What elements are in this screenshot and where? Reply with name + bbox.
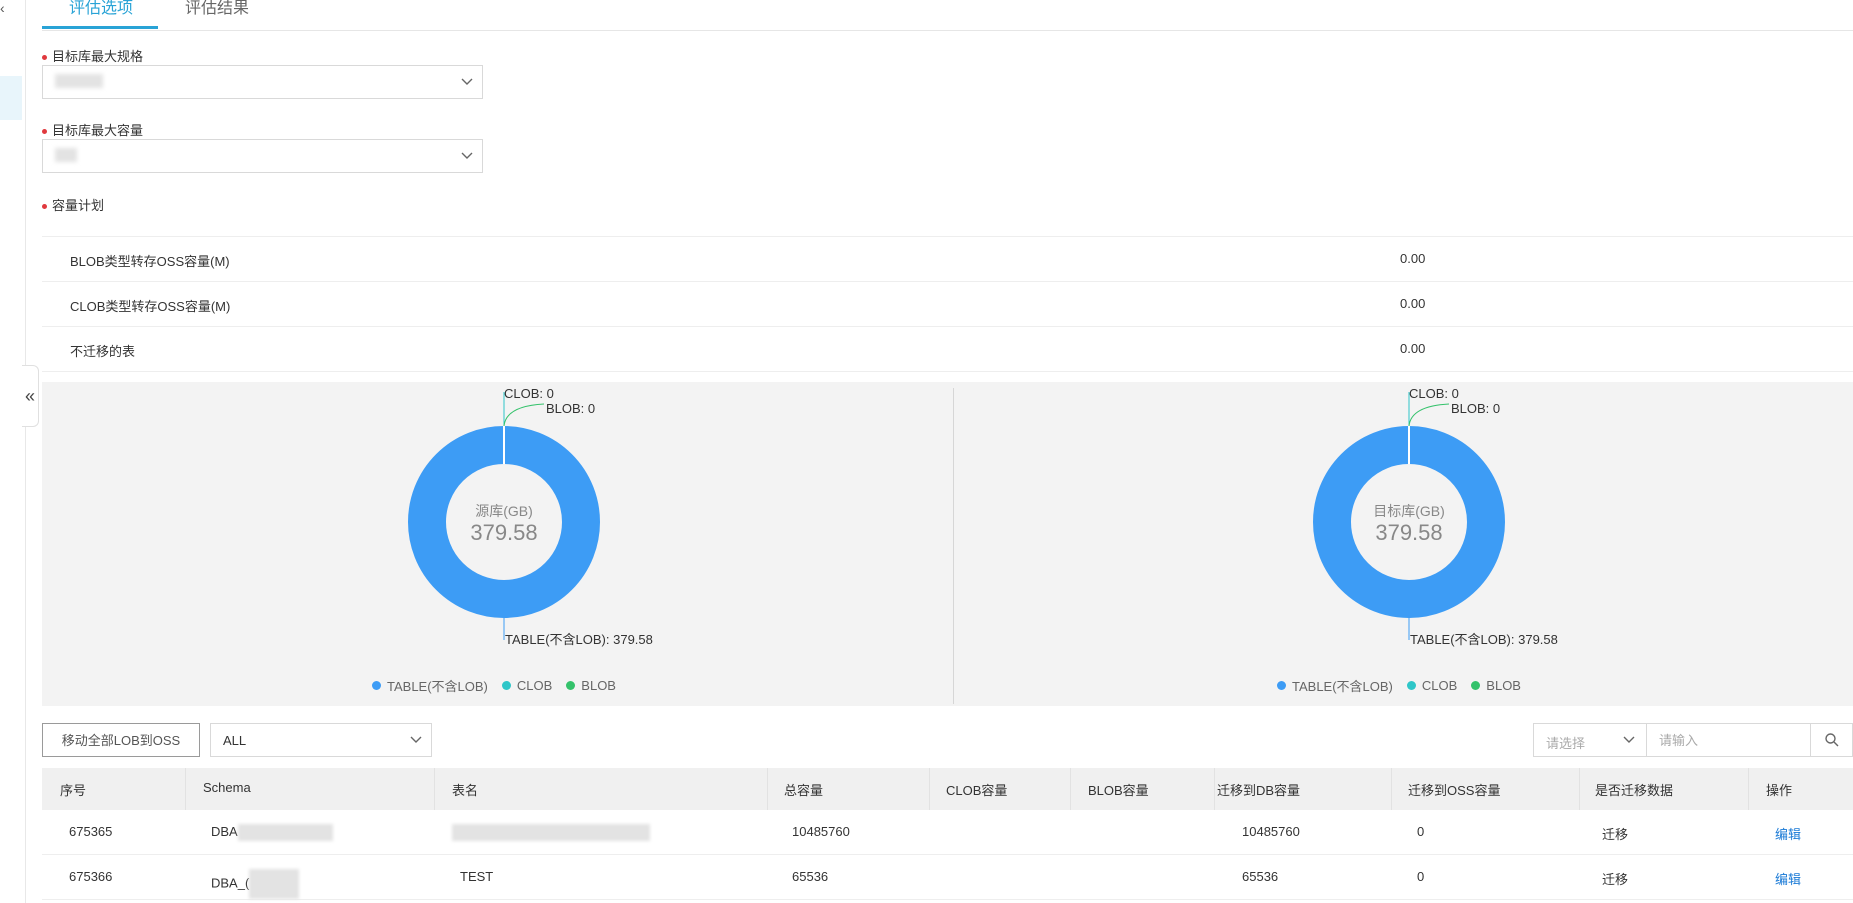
- legend-item-clob[interactable]: CLOB: [1406, 676, 1457, 695]
- max-spec-label: 目标库最大规格: [42, 46, 143, 65]
- max-capacity-select[interactable]: [42, 139, 483, 173]
- max-capacity-label: 目标库最大容量: [42, 120, 143, 139]
- left-sidebar-strip: ‹: [0, 0, 26, 903]
- target-chart-panel: TABLE(不含LOB): 379.58 CLOB: 0 BLOB: 0 目标库(GB…: [947, 382, 1852, 706]
- column-divider: [767, 768, 768, 810]
- edit-link[interactable]: 编辑: [1775, 824, 1801, 843]
- search-icon: [1824, 733, 1838, 747]
- legend-dot-icon: [1406, 681, 1416, 690]
- schema-cell: DBA_(: [211, 869, 300, 899]
- slice-label: BLOB: 0: [1451, 401, 1500, 416]
- chevron-down-icon: [461, 78, 473, 85]
- blurred-value: [55, 74, 103, 88]
- capacity-plan-label: 容量计划: [42, 195, 104, 214]
- col-header[interactable]: 是否迁移数据: [1595, 780, 1673, 799]
- leader-line: [503, 403, 545, 427]
- col-header[interactable]: 总容量: [784, 780, 823, 799]
- required-dot-icon: [42, 129, 47, 135]
- legend-dot-icon: [501, 681, 511, 690]
- col-header[interactable]: 操作: [1766, 780, 1792, 799]
- max-spec-select[interactable]: [42, 65, 483, 99]
- table-name-cell: [452, 824, 650, 842]
- column-divider: [185, 768, 186, 810]
- tab-bar: 评估选项 评估结果: [42, 0, 1853, 31]
- charts-area: TABLE(不含LOB): 379.58 CLOB: 0 BLOB: 0 源库(GB)…: [42, 382, 1853, 706]
- search-field-select[interactable]: 请选择: [1533, 723, 1647, 757]
- center-title: 源库(GB): [475, 503, 533, 519]
- tab-options[interactable]: 评估选项: [69, 0, 133, 18]
- required-dot-icon: [42, 55, 47, 61]
- search-input[interactable]: [1646, 723, 1811, 757]
- col-header[interactable]: 序号: [60, 780, 86, 799]
- column-divider: [1070, 768, 1071, 810]
- schema-cell: DBA: [211, 824, 333, 842]
- redacted-value: [249, 869, 300, 899]
- move-all-lob-button[interactable]: 移动全部LOB到OSS: [42, 723, 200, 757]
- table-toolbar: 移动全部LOB到OSS ALL 请选择: [42, 723, 1853, 759]
- table-header: 序号 Schema 表名 总容量 CLOB容量 BLOB容量 迁移到DB容量 迁…: [42, 768, 1853, 810]
- lob-table: 序号 Schema 表名 总容量 CLOB容量 BLOB容量 迁移到DB容量 迁…: [42, 768, 1853, 900]
- table-row: 675365 DBA 10485760 10485760 0 迁移 编辑: [42, 810, 1853, 855]
- slice-label: TABLE(不含LOB): 379.58: [505, 632, 653, 647]
- leader-line: [1408, 403, 1450, 427]
- search-button[interactable]: [1810, 723, 1853, 757]
- blurred-value: [55, 148, 77, 162]
- center-value: 379.58: [470, 520, 537, 545]
- chevron-down-icon: [1623, 736, 1635, 743]
- slice-label: BLOB: 0: [546, 401, 595, 416]
- active-tab-indicator: [42, 26, 158, 29]
- sidebar-selected-marker: [0, 76, 22, 120]
- legend-item-clob[interactable]: CLOB: [501, 676, 552, 695]
- column-divider: [1579, 768, 1580, 810]
- filter-select[interactable]: ALL: [210, 723, 432, 757]
- legend-item-blob[interactable]: BLOB: [1471, 676, 1521, 695]
- legend-item-blob[interactable]: BLOB: [566, 676, 616, 695]
- col-header[interactable]: CLOB容量: [946, 780, 1007, 799]
- legend-dot-icon: [566, 681, 576, 690]
- col-header[interactable]: 迁移到OSS容量: [1408, 780, 1500, 799]
- redacted-value: [237, 824, 333, 842]
- capacity-row: BLOB类型转存OSS容量(M) 0.00: [42, 236, 1853, 281]
- capacity-plan-table: BLOB类型转存OSS容量(M) 0.00 CLOB类型转存OSS容量(M) 0…: [42, 236, 1853, 372]
- slice-label: CLOB: 0: [1409, 386, 1459, 401]
- column-divider: [1214, 768, 1215, 810]
- column-divider: [1748, 768, 1749, 810]
- slice-label: TABLE(不含LOB): 379.58: [1410, 632, 1558, 647]
- capacity-row: CLOB类型转存OSS容量(M) 0.00: [42, 281, 1853, 326]
- edit-link[interactable]: 编辑: [1775, 869, 1801, 888]
- collapse-sidebar-button[interactable]: «: [22, 365, 39, 427]
- source-donut-chart: TABLE(不含LOB): 379.58 CLOB: 0BLOB: 0 源库(GB)…: [408, 386, 653, 647]
- back-arrow-icon[interactable]: ‹: [0, 0, 5, 16]
- redacted-value: [452, 824, 650, 842]
- col-header[interactable]: Schema: [203, 780, 251, 795]
- search-group: 请选择: [1533, 723, 1853, 757]
- chart-legend: TABLE(不含LOB) CLOB BLOB: [1277, 676, 1521, 695]
- column-divider: [1391, 768, 1392, 810]
- chevron-down-icon: [410, 736, 422, 743]
- col-header[interactable]: 迁移到DB容量: [1217, 780, 1300, 799]
- col-header[interactable]: BLOB容量: [1088, 780, 1149, 799]
- center-value: 379.58: [1375, 520, 1442, 545]
- legend-dot-icon: [1471, 681, 1481, 690]
- center-title: 目标库(GB): [1373, 503, 1445, 519]
- slice-label: CLOB: 0: [504, 386, 554, 401]
- double-chevron-left-icon: «: [24, 385, 35, 406]
- table-row: 675366 DBA_( TEST 65536 65536 0 迁移 编辑: [42, 855, 1853, 900]
- target-donut-chart: TABLE(不含LOB): 379.58 CLOB: 0BLOB: 0 目标库(GB…: [1313, 386, 1558, 647]
- tab-results[interactable]: 评估结果: [185, 0, 249, 18]
- main-content: 评估选项 评估结果 目标库最大规格 目标库最大容量 容量计划 BLOB类型转存O…: [42, 0, 1853, 903]
- column-divider: [929, 768, 930, 810]
- source-chart-panel: TABLE(不含LOB): 379.58 CLOB: 0 BLOB: 0 源库(GB)…: [42, 382, 947, 706]
- legend-dot-icon: [1277, 681, 1286, 690]
- capacity-row: 不迁移的表 0.00: [42, 326, 1853, 372]
- chart-legend: TABLE(不含LOB) CLOB BLOB: [372, 676, 616, 695]
- required-dot-icon: [42, 204, 47, 210]
- legend-item-table[interactable]: TABLE(不含LOB): [1277, 676, 1393, 695]
- legend-item-table[interactable]: TABLE(不含LOB): [372, 676, 488, 695]
- col-header[interactable]: 表名: [452, 780, 478, 799]
- chevron-down-icon: [461, 152, 473, 159]
- legend-dot-icon: [372, 681, 381, 690]
- column-divider: [434, 768, 435, 810]
